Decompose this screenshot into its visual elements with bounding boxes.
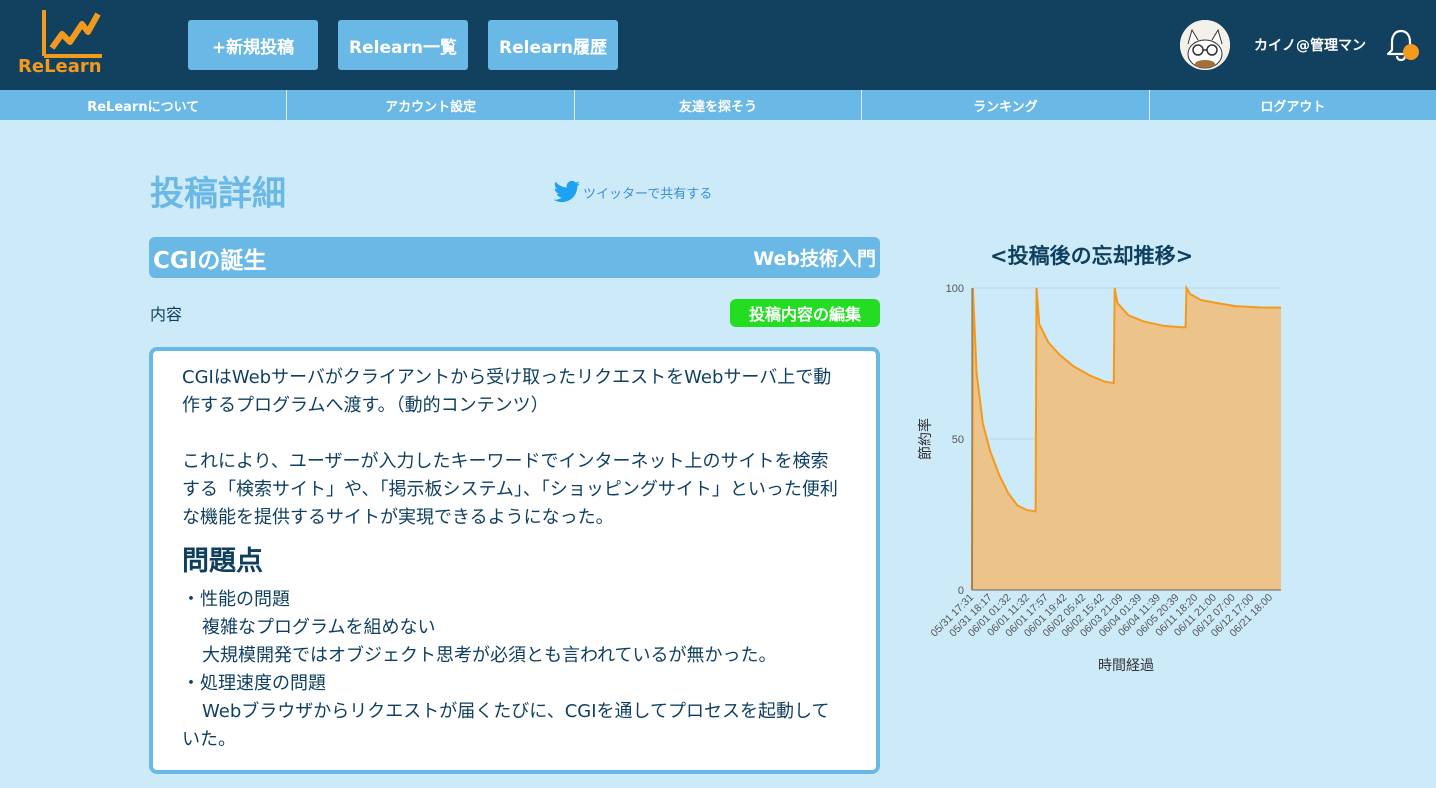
nav-find-friends[interactable]: 友達を探そう — [575, 90, 863, 120]
x-axis-label: 時間経過 — [1098, 658, 1154, 674]
nav-about[interactable]: ReLearnについて — [0, 90, 288, 120]
edit-post-button[interactable]: 投稿内容の編集 — [730, 299, 880, 327]
post-header: CGIの誕生 Web技術入門 — [149, 237, 880, 278]
nav-bar: ReLearnについて アカウント設定 友達を探そう ランキング ログアウト — [0, 90, 1436, 120]
content-label: 内容 — [150, 305, 183, 324]
post-category[interactable]: Web技術入門 — [753, 244, 876, 271]
content-paragraph: これにより、ユーザーが入力したキーワードでインターネット上のサイトを検索する「検… — [182, 451, 838, 528]
section-heading: 問題点 — [182, 546, 263, 577]
forgetting-curve-chart: 05010005/31 17:3105/31 18:1706/01 01:320… — [917, 283, 1281, 674]
twitter-share-link[interactable]: ツイッターで共有する — [553, 180, 712, 204]
nav-logout[interactable]: ログアウト — [1150, 90, 1436, 120]
top-header: ReLearn +新規投稿 Relearn一覧 Relearn履歴 カイノ@管理… — [0, 0, 1436, 90]
post-content: CGIはWebサーバがクライアントから受け取ったリクエストをWebサーバ上で動作… — [149, 347, 880, 774]
y-tick-label: 100 — [946, 283, 964, 295]
y-axis-label: 節約率 — [917, 418, 934, 460]
content-paragraph: CGIはWebサーバがクライアントから受け取ったリクエストをWebサーバ上で動作… — [182, 367, 832, 416]
list-item: 大規模開発ではオブジェクト思考が必須とも言われているが無かった。 — [202, 645, 777, 666]
page-title: 投稿詳細 — [150, 174, 286, 214]
relearn-logo[interactable]: ReLearn — [14, 6, 106, 82]
logo-text: ReLearn — [18, 56, 102, 77]
list-item: ・性能の問題 — [182, 589, 290, 610]
avatar[interactable] — [1180, 20, 1230, 70]
notification-badge — [1403, 44, 1419, 60]
username[interactable]: カイノ@管理マン — [1254, 35, 1366, 55]
twitter-share-label[interactable]: ツイッターで共有する — [583, 183, 712, 202]
relearn-list-button[interactable]: Relearn一覧 — [338, 20, 468, 70]
nav-ranking[interactable]: ランキング — [862, 90, 1150, 120]
nav-account-settings[interactable]: アカウント設定 — [287, 90, 575, 120]
list-item: ・処理速度の問題 — [182, 673, 326, 694]
cat-avatar-icon — [1180, 20, 1230, 70]
chart-title: <投稿後の忘却推移> — [990, 244, 1194, 268]
twitter-icon — [553, 180, 580, 203]
list-item: 複雑なプログラムを組めない — [202, 617, 436, 638]
post-title: CGIの誕生 — [153, 247, 267, 274]
list-item: Webブラウザからリクエストが届くたびに、CGIを通してプロセスを起動していた。 — [182, 701, 830, 750]
y-tick-label: 50 — [952, 434, 964, 446]
relearn-history-button[interactable]: Relearn履歴 — [488, 20, 618, 70]
new-post-button[interactable]: +新規投稿 — [188, 20, 318, 70]
